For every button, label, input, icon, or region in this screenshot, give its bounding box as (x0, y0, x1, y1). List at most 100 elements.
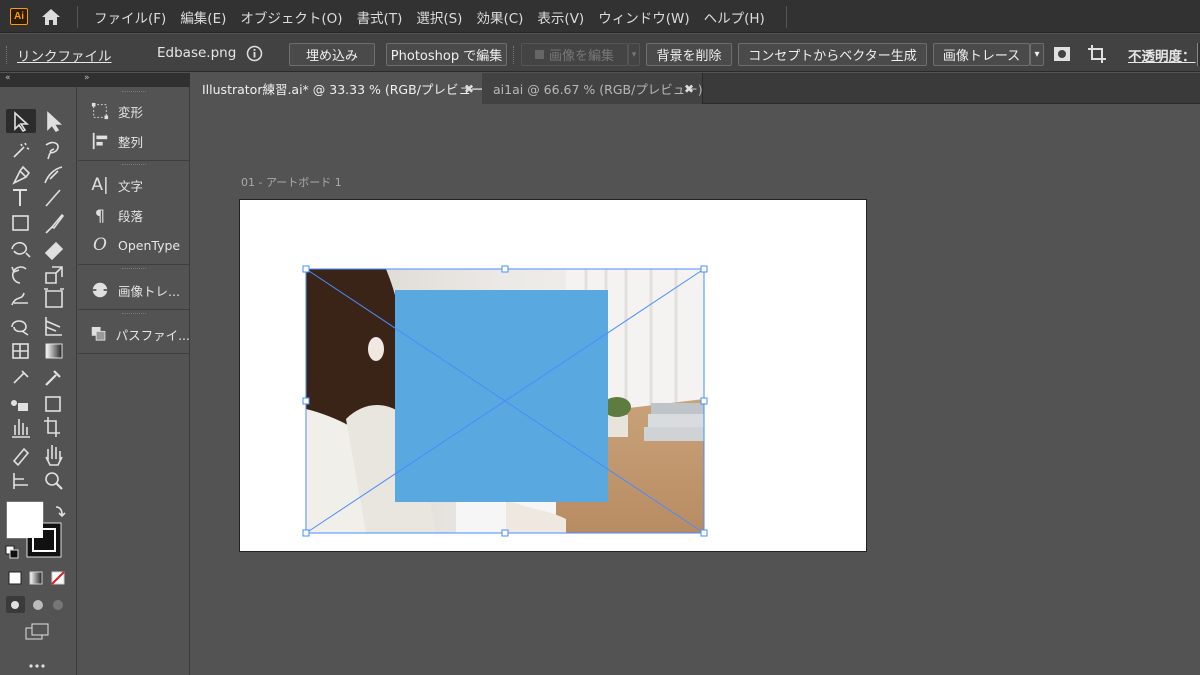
menu-select[interactable]: 選択(S) (416, 7, 462, 27)
panel-grip[interactable] (122, 268, 146, 271)
menu-file[interactable]: ファイル(F) (94, 7, 166, 27)
warp-tool-icon (11, 292, 28, 306)
image-trace-dropdown[interactable]: ▾ (1030, 43, 1044, 66)
lasso-tool-icon (45, 141, 59, 160)
panel-divider (78, 309, 190, 310)
menu-bar: Ai ファイル(F) 編集(E) オブジェクト(O) 書式(T) 選択(S) 効… (0, 0, 1200, 33)
menu-view[interactable]: 表示(V) (537, 7, 584, 27)
free-transform-tool-icon (44, 288, 64, 308)
panel-label: 整列 (118, 134, 144, 150)
edit-image-button[interactable]: 画像を編集 (521, 43, 628, 66)
collapse-toolbox-icon[interactable]: « (5, 73, 11, 83)
panel-label: 変形 (118, 104, 144, 120)
linked-file-link[interactable]: リンクファイル (17, 45, 112, 65)
collapsed-panels: 変形 整列 A| 文字 ¶ 段落 O OpenType 画像トレ... パスファ… (78, 87, 190, 675)
illustrator-logo: Ai (10, 8, 28, 25)
close-tab-icon[interactable]: ✖ (684, 82, 694, 96)
menu-effect[interactable]: 効果(C) (476, 7, 523, 27)
panel-transform[interactable]: 変形 (78, 98, 190, 124)
panel-label: OpenType (118, 237, 181, 253)
eraser-tool-icon (44, 241, 64, 261)
type-tool[interactable] (9, 187, 33, 209)
linked-filename: Edbase.png (157, 45, 237, 61)
close-tab-icon[interactable]: ✖ (464, 82, 474, 96)
concept-to-vector-button[interactable]: コンセプトからベクター生成 (738, 43, 927, 66)
gradient-tool-icon (45, 343, 63, 359)
panel-divider (78, 264, 190, 265)
image-trace-icon (92, 282, 108, 298)
menu-type[interactable]: 書式(T) (357, 7, 403, 27)
artboard-label[interactable]: 01 - アートボード 1 (241, 174, 342, 190)
pencil-tool-icon (12, 447, 30, 467)
menu-divider (786, 6, 787, 28)
hand-tool[interactable] (42, 447, 66, 469)
tab-label: Illustrator練習.ai* @ 33.33 % (RGB/プレビュー) (202, 82, 489, 97)
gradient-mode-icon (29, 571, 43, 585)
paintbrush-tool-icon (45, 213, 65, 234)
mask-icon[interactable] (1053, 45, 1071, 63)
pen-tool-icon (12, 165, 31, 185)
eyedropper-tool-icon (45, 370, 61, 386)
panel-grip[interactable] (122, 313, 146, 316)
opacity-label[interactable]: 不透明度： (1128, 45, 1196, 65)
menu-help[interactable]: ヘルプ(H) (704, 7, 765, 27)
puppet-warp-tool-icon (13, 473, 28, 489)
menu-object[interactable]: オブジェクト(O) (240, 7, 342, 27)
image-trace-button[interactable]: 画像トレース (933, 43, 1030, 66)
tab-illustrator-practice[interactable]: Illustrator練習.ai* @ 33.33 % (RGB/プレビュー) … (191, 73, 488, 104)
panel-label: 文字 (118, 178, 144, 194)
panel-paragraph[interactable]: ¶ 段落 (78, 202, 190, 228)
column-graph-tool-icon (12, 419, 30, 438)
edit-image-label: 画像を編集 (548, 49, 614, 64)
line-tool-icon (45, 189, 61, 207)
opentype-icon: O (93, 235, 107, 255)
color-mode-icon (8, 571, 22, 585)
character-icon: A| (91, 175, 109, 195)
direct-selection-tool[interactable] (42, 109, 66, 131)
crop-icon[interactable] (1087, 44, 1107, 64)
draw-inside-icon (53, 600, 63, 610)
home-icon[interactable] (40, 7, 62, 27)
panel-divider (78, 353, 190, 354)
panel-grip[interactable] (122, 164, 146, 167)
tool-icons (5, 111, 66, 668)
menu-window[interactable]: ウィンドウ(W) (598, 7, 689, 27)
edit-in-photoshop-button[interactable]: Photoshop で編集 (386, 43, 507, 66)
info-icon[interactable] (246, 45, 263, 62)
mesh-tool-icon-lines (13, 344, 28, 358)
panel-character[interactable]: A| 文字 (78, 172, 190, 198)
perspective-grid-tool-icon (45, 317, 62, 336)
swap-colors-icon (55, 506, 66, 518)
scale-tool-icon (45, 266, 63, 284)
control-bar-grip[interactable] (6, 46, 9, 64)
edit-image-dropdown[interactable]: ▾ (628, 43, 640, 66)
shape-builder-tool-icon (11, 320, 29, 336)
paragraph-icon: ¶ (94, 205, 106, 225)
pathfinder-icon (91, 326, 106, 341)
rectangle-tool[interactable] (9, 213, 33, 235)
expand-panels-icon[interactable]: » (84, 73, 90, 83)
panel-divider (78, 160, 190, 161)
panel-image-trace[interactable]: 画像トレ... (78, 277, 190, 303)
embed-button[interactable]: 埋め込み (289, 43, 375, 66)
remove-background-button[interactable]: 背景を削除 (646, 43, 732, 66)
tab-ai1ai[interactable]: ai1ai @ 66.67 % (RGB/プレビュー) ✖ (482, 73, 703, 104)
panel-opentype[interactable]: O OpenType (78, 232, 190, 258)
slice-tool-icon (44, 417, 60, 437)
zoom-tool[interactable] (42, 467, 66, 489)
panel-label: パスファイ... (115, 327, 190, 343)
edit-image-icon (534, 50, 544, 59)
draw-behind-icon (33, 600, 43, 610)
panel-align[interactable]: 整列 (78, 128, 190, 154)
selection-tool[interactable] (9, 109, 33, 131)
control-bar: リンクファイル Edbase.png 埋め込み Photoshop で編集 画像… (0, 34, 1200, 72)
menu-edit[interactable]: 編集(E) (180, 7, 226, 27)
panel-grip[interactable] (122, 91, 146, 94)
panel-pathfinder[interactable]: パスファイ... (78, 321, 190, 347)
shaper-tool-icon (11, 241, 31, 258)
menu-divider (77, 6, 78, 28)
panel-label: 段落 (118, 208, 144, 224)
panel-label: 画像トレ... (118, 283, 180, 299)
blue-rectangle[interactable] (395, 290, 608, 502)
panel-header-strip: « » (0, 73, 190, 87)
